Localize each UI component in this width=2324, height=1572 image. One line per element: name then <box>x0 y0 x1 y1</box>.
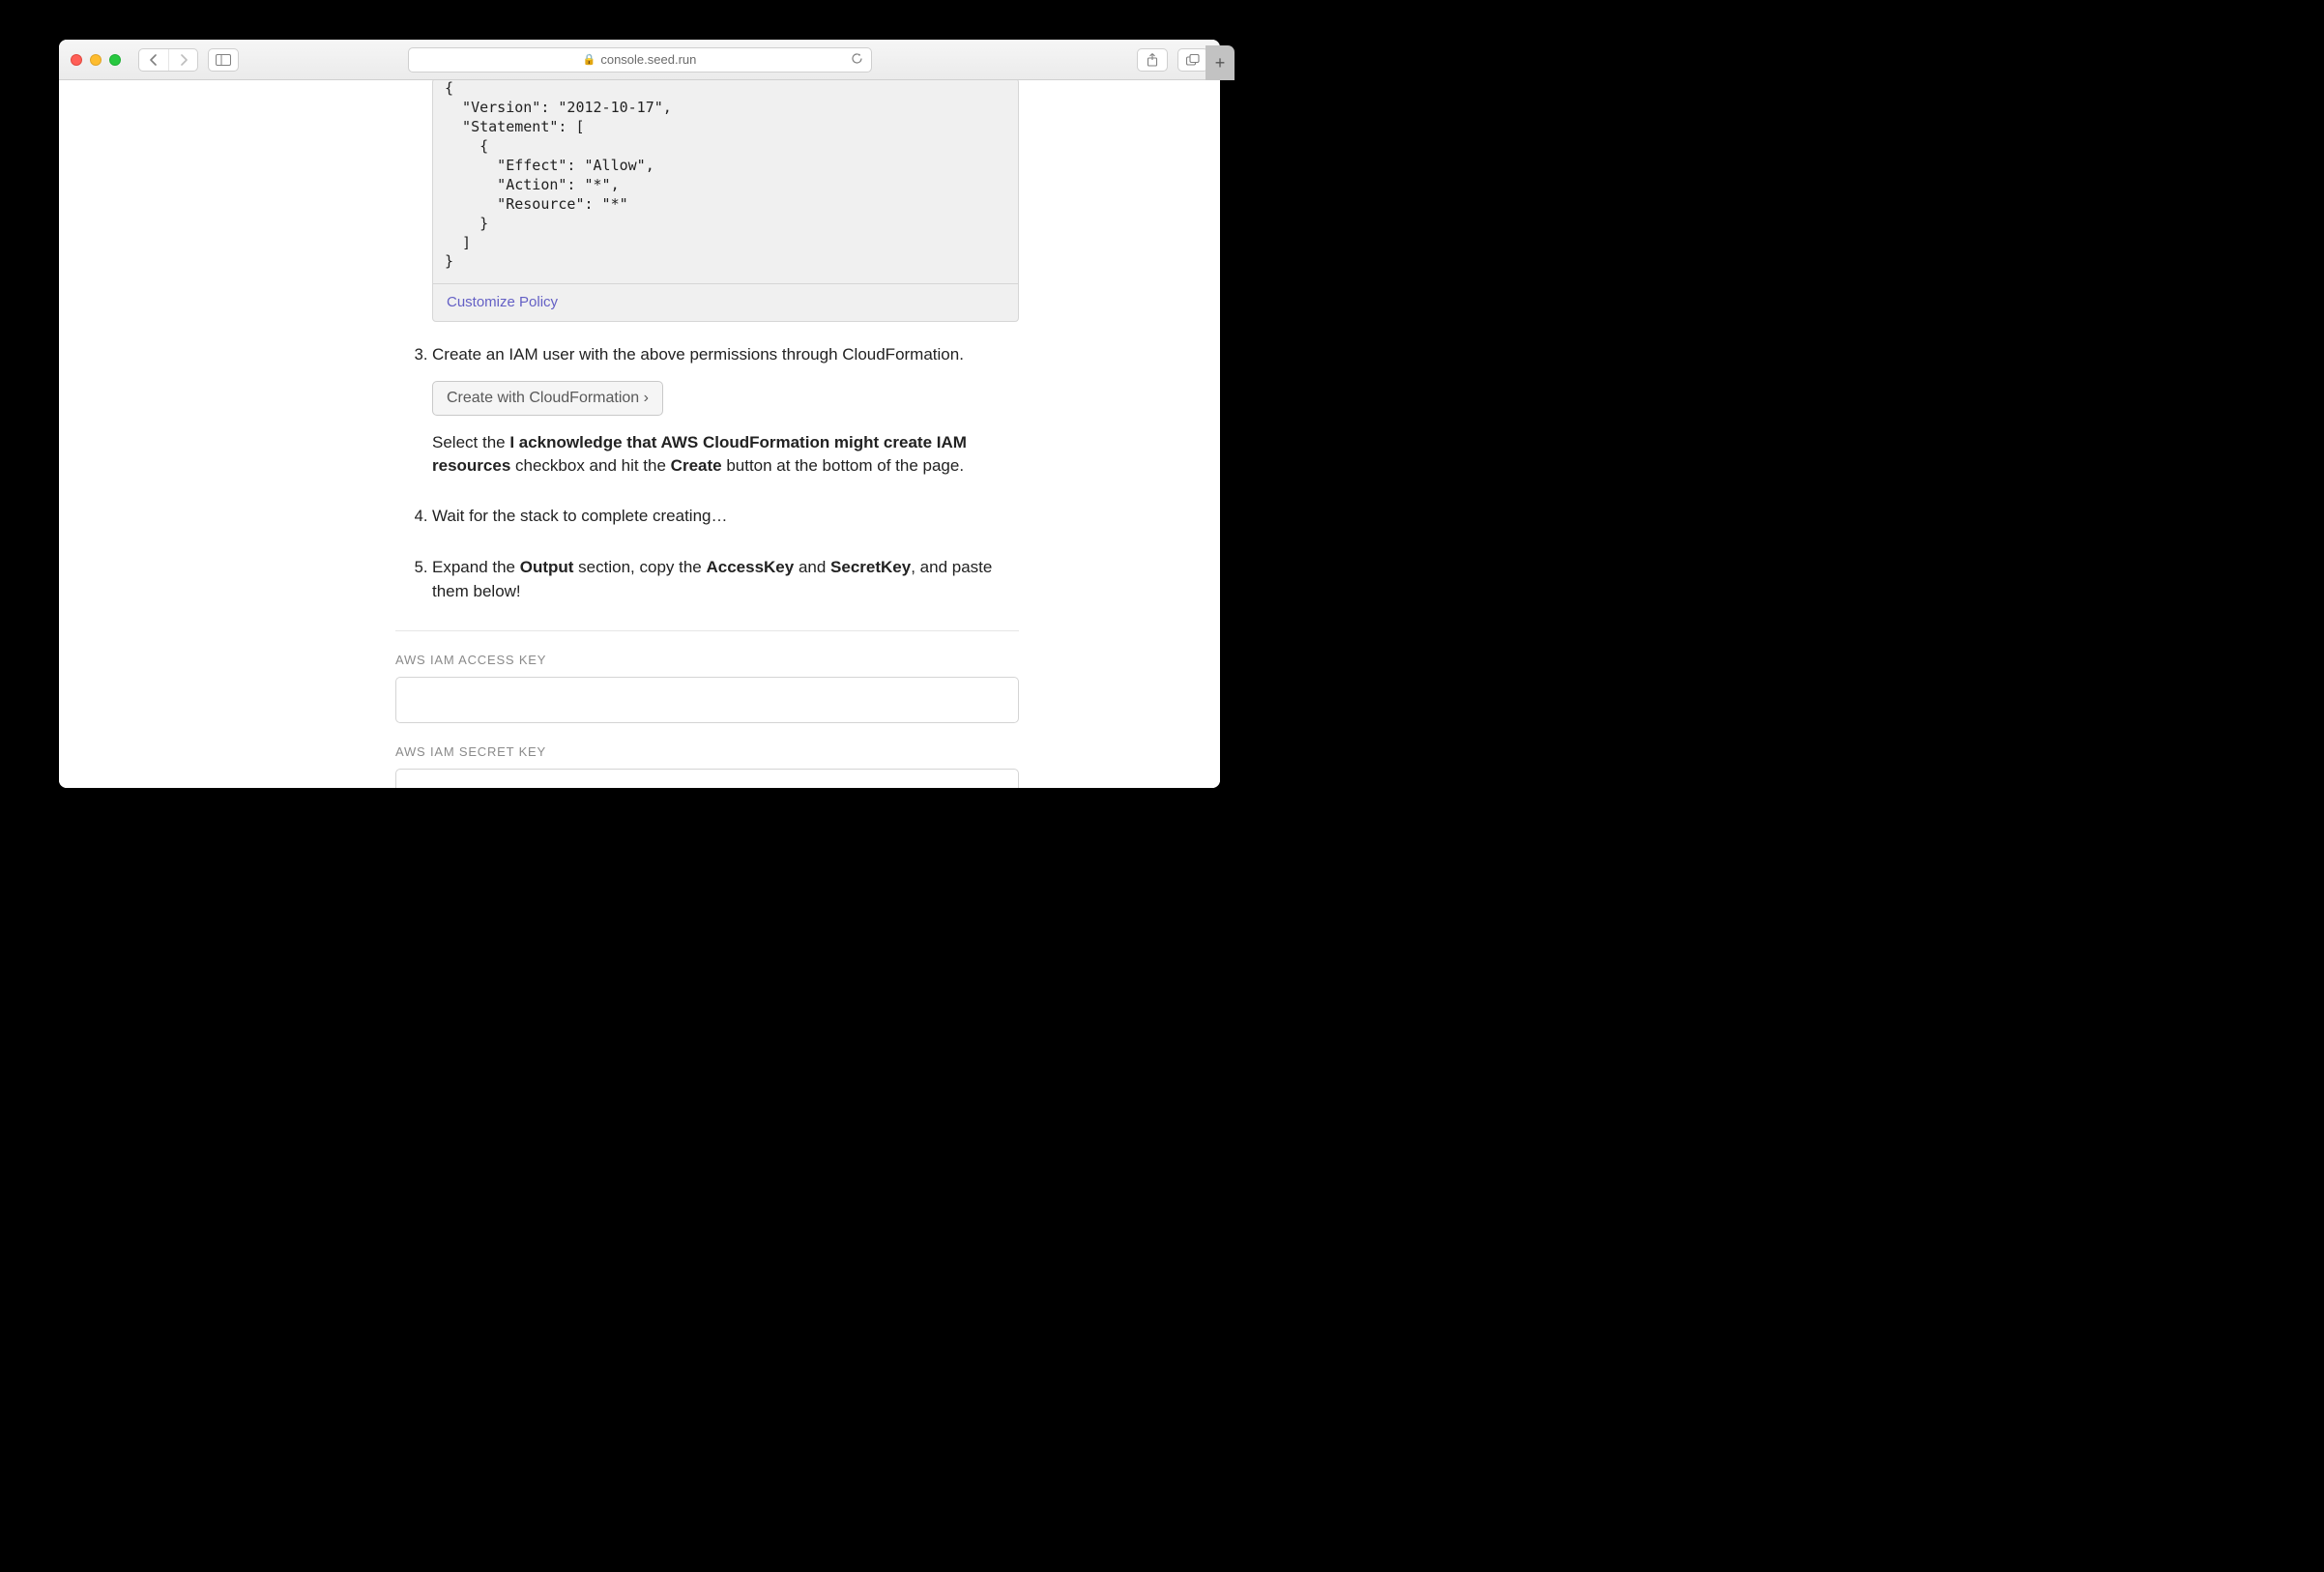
step-4-text: Wait for the stack to complete creating… <box>432 507 728 525</box>
right-controls <box>1137 48 1208 72</box>
step-3: Create an IAM user with the above permis… <box>432 343 1019 478</box>
access-key-field-group: AWS IAM ACCESS KEY <box>395 653 1019 723</box>
step-3-paragraph: Select the I acknowledge that AWS CloudF… <box>432 431 1019 478</box>
forward-button[interactable] <box>168 49 197 71</box>
page-content: { "Version": "2012-10-17", "Statement": … <box>59 80 1220 788</box>
step-3-text: Create an IAM user with the above permis… <box>432 345 964 364</box>
maximize-window-button[interactable] <box>109 54 121 66</box>
sidebar-toggle-button[interactable] <box>208 48 239 72</box>
secret-key-input[interactable] <box>395 769 1019 788</box>
minimize-window-button[interactable] <box>90 54 102 66</box>
lock-icon: 🔒 <box>583 53 596 66</box>
instruction-steps: Create an IAM user with the above permis… <box>432 343 1019 603</box>
create-with-cloudformation-button[interactable]: Create with CloudFormation › <box>432 381 663 416</box>
secret-key-label: AWS IAM SECRET KEY <box>395 744 1019 759</box>
step-5-text: Expand the Output section, copy the Acce… <box>432 558 992 600</box>
url-text: console.seed.run <box>600 52 696 67</box>
access-key-input[interactable] <box>395 677 1019 723</box>
access-key-label: AWS IAM ACCESS KEY <box>395 653 1019 667</box>
title-bar: 🔒 console.seed.run <box>59 40 1220 80</box>
url-bar[interactable]: 🔒 console.seed.run <box>408 47 872 73</box>
new-tab-button[interactable]: + <box>1206 45 1235 80</box>
code-footer: Customize Policy <box>432 283 1019 322</box>
step-4: Wait for the stack to complete creating… <box>432 505 1019 529</box>
step-5: Expand the Output section, copy the Acce… <box>432 556 1019 603</box>
browser-window: 🔒 console.seed.run { "Version": "2012-10… <box>59 40 1220 788</box>
tabs-button[interactable] <box>1177 48 1208 72</box>
secret-key-field-group: AWS IAM SECRET KEY <box>395 744 1019 788</box>
traffic-lights <box>71 54 121 66</box>
close-window-button[interactable] <box>71 54 82 66</box>
customize-policy-link[interactable]: Customize Policy <box>447 294 558 310</box>
back-button[interactable] <box>139 49 168 71</box>
iam-policy-code: { "Version": "2012-10-17", "Statement": … <box>432 80 1019 284</box>
divider <box>395 630 1019 631</box>
share-button[interactable] <box>1137 48 1168 72</box>
nav-group <box>138 48 198 72</box>
plus-icon: + <box>1215 53 1226 73</box>
reload-button[interactable] <box>851 52 863 68</box>
